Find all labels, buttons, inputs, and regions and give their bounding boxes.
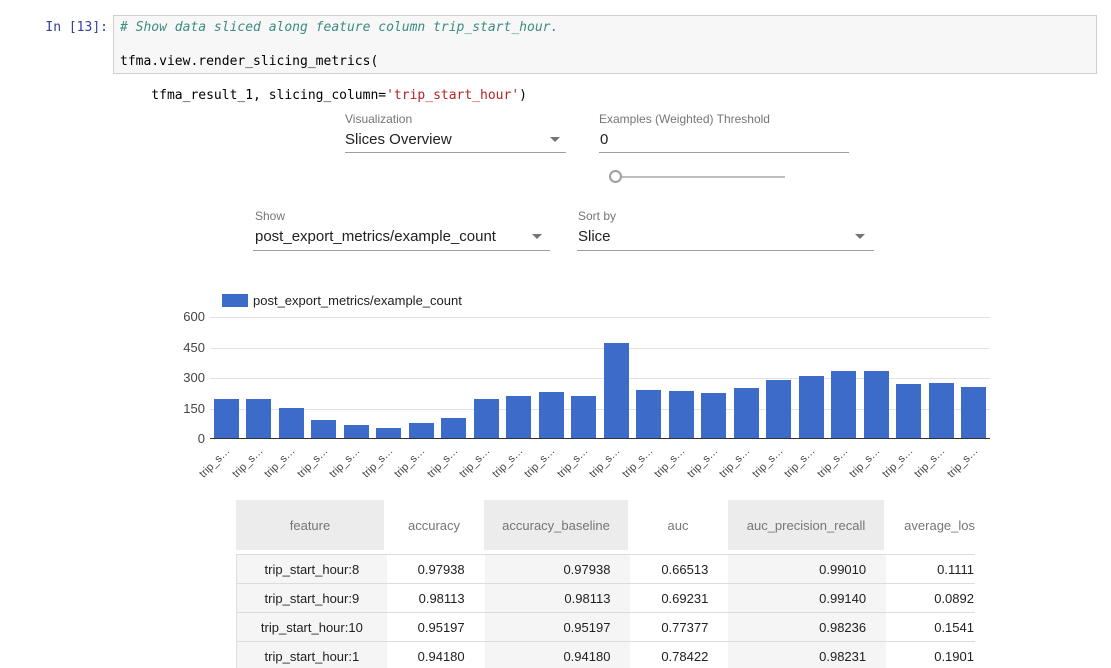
code-line3: tfma_result_1, slicing_column='trip_star… bbox=[120, 87, 1090, 104]
code-comment: # Show data sliced along feature column … bbox=[120, 19, 1090, 36]
bar[interactable] bbox=[896, 384, 921, 438]
chevron-down-icon[interactable] bbox=[855, 234, 865, 239]
metric-cell: 0.97938 bbox=[387, 555, 485, 583]
visualization-label: Visualization bbox=[345, 112, 412, 126]
metric-cell: 0.78422 bbox=[630, 642, 728, 668]
column-header-feature: feature bbox=[236, 500, 386, 550]
metric-cell: 0.69231 bbox=[630, 584, 728, 612]
threshold-label: Examples (Weighted) Threshold bbox=[599, 112, 770, 126]
y-tick-label: 300 bbox=[163, 370, 205, 385]
bar[interactable] bbox=[474, 399, 499, 438]
metric-cell: 0.95197 bbox=[485, 613, 631, 641]
feature-cell: trip_start_hour:1 bbox=[237, 642, 387, 668]
metric-cell: 0.77377 bbox=[630, 613, 728, 641]
bar[interactable] bbox=[864, 371, 889, 438]
chevron-down-icon[interactable] bbox=[550, 137, 560, 142]
sort-underline bbox=[577, 250, 874, 251]
bar[interactable] bbox=[409, 423, 434, 438]
metric-cell: 0.98113 bbox=[387, 584, 485, 612]
y-tick-label: 0 bbox=[163, 431, 205, 446]
bar[interactable] bbox=[701, 393, 726, 438]
table-row: trip_start_hour:80.979380.979380.665130.… bbox=[237, 554, 975, 583]
metric-cell: 0.99010 bbox=[728, 555, 886, 583]
bar[interactable] bbox=[344, 425, 369, 438]
bar[interactable] bbox=[214, 399, 239, 438]
table-row: trip_start_hour:90.981130.981130.692310.… bbox=[237, 583, 975, 612]
chevron-down-icon[interactable] bbox=[532, 234, 542, 239]
bar[interactable] bbox=[766, 380, 791, 438]
table-row: trip_start_hour:10.941800.941800.784220.… bbox=[237, 641, 975, 668]
show-label: Show bbox=[255, 209, 285, 223]
threshold-input[interactable]: 0 bbox=[600, 131, 608, 148]
bar[interactable] bbox=[571, 396, 596, 438]
threshold-underline bbox=[599, 152, 849, 153]
show-select[interactable]: post_export_metrics/example_count bbox=[255, 228, 496, 245]
bar[interactable] bbox=[311, 420, 336, 439]
metric-cell: 0.94180 bbox=[485, 642, 631, 668]
column-header-auc: auc bbox=[630, 500, 728, 550]
metric-cell: 0.97938 bbox=[485, 555, 631, 583]
code-cell[interactable]: # Show data sliced along feature column … bbox=[113, 15, 1097, 74]
cell-prompt: In [13]: bbox=[30, 20, 108, 35]
feature-cell: trip_start_hour:9 bbox=[237, 584, 387, 612]
table-header-row: featureaccuracyaccuracy_baselineaucauc_p… bbox=[236, 500, 975, 550]
metric-cell: 0.0892 bbox=[886, 584, 975, 612]
metric-cell: 0.1111 bbox=[886, 555, 975, 583]
metric-cell: 0.98231 bbox=[728, 642, 886, 668]
visualization-underline bbox=[345, 152, 566, 153]
bar[interactable] bbox=[246, 399, 271, 438]
legend-swatch bbox=[222, 294, 248, 307]
legend-label: post_export_metrics/example_count bbox=[253, 293, 462, 308]
sort-by-label: Sort by bbox=[578, 209, 616, 223]
feature-cell: trip_start_hour:10 bbox=[237, 613, 387, 641]
table-body: trip_start_hour:80.979380.979380.665130.… bbox=[236, 554, 975, 668]
column-header-average_los: average_los bbox=[886, 500, 975, 550]
bar[interactable] bbox=[376, 428, 401, 438]
bar[interactable] bbox=[799, 376, 824, 438]
bar[interactable] bbox=[441, 418, 466, 438]
metric-cell: 0.94180 bbox=[387, 642, 485, 668]
column-header-auc_precision_recall: auc_precision_recall bbox=[728, 500, 886, 550]
metric-cell: 0.66513 bbox=[630, 555, 728, 583]
threshold-slider-track[interactable] bbox=[613, 176, 785, 178]
bar[interactable] bbox=[734, 388, 759, 438]
metric-cell: 0.98236 bbox=[728, 613, 886, 641]
notebook-page: In [13]: # Show data sliced along featur… bbox=[0, 0, 1111, 668]
bar[interactable] bbox=[604, 343, 629, 438]
y-tick-label: 150 bbox=[163, 401, 205, 416]
table-row: trip_start_hour:100.951970.951970.773770… bbox=[237, 612, 975, 641]
metric-cell: 0.1901 bbox=[886, 642, 975, 668]
bar[interactable] bbox=[279, 408, 304, 438]
metric-cell: 0.95197 bbox=[387, 613, 485, 641]
metric-cell: 0.1541 bbox=[886, 613, 975, 641]
show-underline bbox=[253, 250, 550, 251]
sort-by-select[interactable]: Slice bbox=[578, 228, 611, 245]
column-header-accuracy_baseline: accuracy_baseline bbox=[484, 500, 630, 550]
bar[interactable] bbox=[506, 396, 531, 438]
metric-cell: 0.99140 bbox=[728, 584, 886, 612]
column-header-accuracy: accuracy bbox=[386, 500, 484, 550]
bar[interactable] bbox=[539, 392, 564, 438]
visualization-select[interactable]: Slices Overview bbox=[345, 131, 452, 148]
bar[interactable] bbox=[669, 391, 694, 438]
metrics-table: featureaccuracyaccuracy_baselineaucauc_p… bbox=[236, 500, 975, 668]
feature-cell: trip_start_hour:8 bbox=[237, 555, 387, 583]
y-tick-label: 450 bbox=[163, 340, 205, 355]
bar[interactable] bbox=[831, 371, 856, 439]
bar[interactable] bbox=[929, 383, 954, 439]
bar[interactable] bbox=[961, 387, 986, 438]
threshold-slider-handle[interactable] bbox=[609, 170, 622, 183]
code-line2: tfma.view.render_slicing_metrics( bbox=[120, 53, 1090, 70]
bar[interactable] bbox=[636, 390, 661, 438]
gridline bbox=[210, 348, 990, 349]
metric-cell: 0.98113 bbox=[485, 584, 631, 612]
y-tick-label: 600 bbox=[163, 309, 205, 324]
gridline bbox=[210, 317, 990, 318]
bar-chart bbox=[210, 317, 990, 439]
